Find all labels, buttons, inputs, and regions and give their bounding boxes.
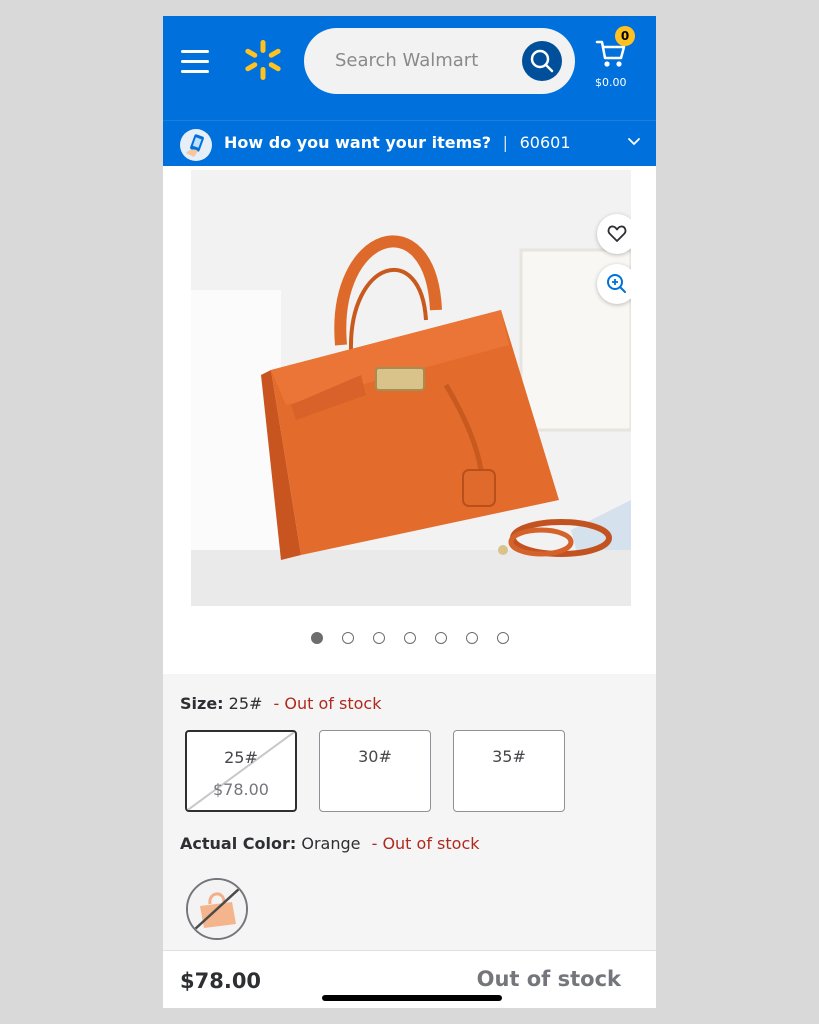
carousel-dot[interactable]: [435, 632, 447, 644]
product-gallery: [163, 166, 656, 672]
product-price: $78.00: [180, 969, 262, 993]
size-option-35[interactable]: 35#: [453, 730, 565, 812]
color-label: Actual Color:: [180, 834, 297, 853]
delivery-question: How do you want your items?: [224, 133, 492, 152]
size-stock-status: - Out of stock: [273, 694, 382, 713]
color-selected: Orange: [301, 834, 361, 853]
cart-count-badge: 0: [615, 26, 635, 46]
color-label-row: Actual Color: Orange - Out of stock: [180, 834, 480, 853]
cart-total: $0.00: [595, 76, 627, 89]
size-selected: 25#: [228, 694, 263, 713]
size-option-30[interactable]: 30#: [319, 730, 431, 812]
favorite-button[interactable]: [597, 214, 631, 254]
delivery-separator: |: [502, 133, 509, 152]
size-label: Size:: [180, 694, 224, 713]
color-stock-status: - Out of stock: [371, 834, 480, 853]
size-option-name: 25#: [224, 748, 258, 767]
size-option-25[interactable]: 25# $78.00: [185, 730, 297, 812]
cart-button[interactable]: 0 $0.00: [591, 26, 647, 89]
home-indicator[interactable]: [322, 995, 502, 1001]
carousel-dot[interactable]: [497, 632, 509, 644]
size-label-row: Size: 25# - Out of stock: [180, 694, 381, 713]
handbag-thumbnail: [188, 880, 246, 938]
delivery-phone-icon: [180, 129, 212, 161]
carousel-dot[interactable]: [466, 632, 478, 644]
top-bar: Search Walmart 0 $0.00: [163, 16, 656, 120]
search-button[interactable]: [522, 41, 562, 81]
size-option-name: 35#: [492, 747, 526, 766]
unavailable-strike-icon: [187, 732, 295, 810]
heart-icon: [607, 225, 627, 242]
delivery-selector[interactable]: How do you want your items? | 60601: [163, 120, 656, 167]
carousel-dot[interactable]: [373, 632, 385, 644]
zoom-in-icon: [607, 274, 626, 293]
availability-status: Out of stock: [476, 967, 621, 991]
app-screen: Search Walmart 0 $0.00 How do you want y…: [163, 16, 656, 1008]
search-input[interactable]: Search Walmart: [304, 28, 575, 94]
zoom-button[interactable]: [597, 264, 631, 304]
carousel-dot[interactable]: [404, 632, 416, 644]
size-option-name: 30#: [358, 747, 392, 766]
search-placeholder: Search Walmart: [335, 50, 479, 71]
product-image[interactable]: [191, 170, 631, 606]
delivery-text: How do you want your items? | 60601: [224, 133, 571, 152]
carousel-dot[interactable]: [311, 632, 323, 644]
chevron-down-icon: [628, 138, 640, 146]
search-icon: [530, 49, 554, 73]
walmart-spark-logo[interactable]: [243, 38, 283, 82]
color-swatch-orange[interactable]: [186, 878, 248, 940]
delivery-zip: 60601: [519, 133, 571, 152]
size-option-price: $78.00: [213, 780, 269, 799]
purchase-bar: $78.00 Out of stock: [163, 950, 656, 1008]
handbag-photo: [191, 170, 631, 606]
menu-icon[interactable]: [181, 50, 209, 74]
carousel-dot[interactable]: [342, 632, 354, 644]
